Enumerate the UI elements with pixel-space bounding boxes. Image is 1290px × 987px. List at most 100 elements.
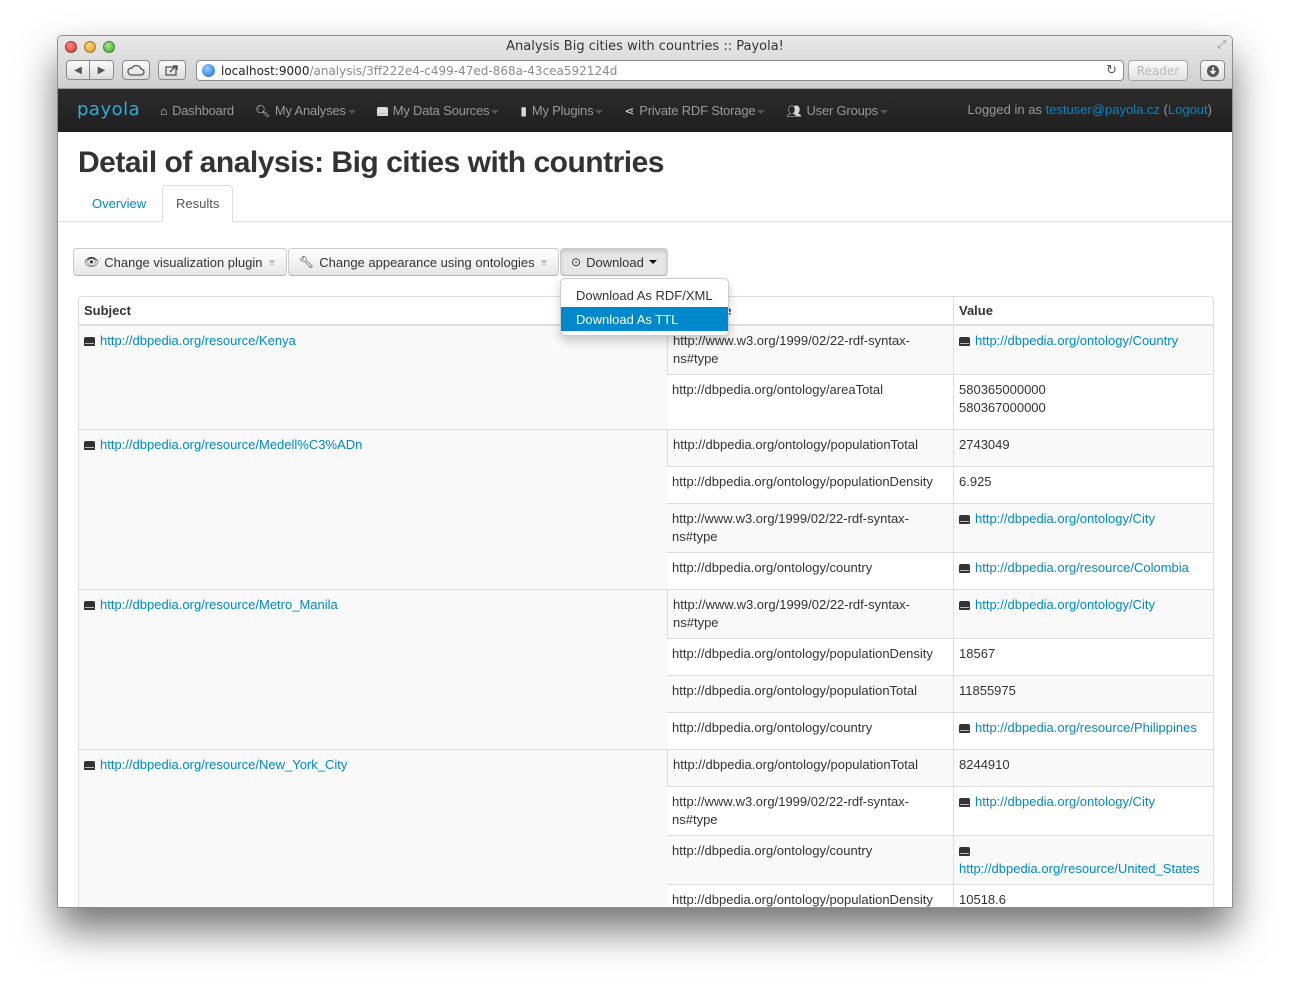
search-icon: 🔍︎ [254,103,270,118]
globe-icon [202,64,215,77]
value-link[interactable]: http://dbpedia.org/ontology/City [975,597,1155,612]
value-cell: http://dbpedia.org/resource/Philippines [953,712,1213,749]
nav-label: User Groups [806,103,878,118]
payola-logo[interactable]: payola [77,99,140,120]
tab-results[interactable]: Results [162,185,234,222]
value-text: 8244910 [959,757,1010,772]
user-email-link[interactable]: testuser@payola.cz [1046,102,1160,117]
nav-my-data-sources[interactable]: My Data Sources [376,103,500,118]
table-body: http://dbpedia.org/resource/Kenya http://… [79,325,1213,907]
predicate-cell: http://dbpedia.org/ontology/populationDe… [667,466,953,503]
value-text: 580365000000 [959,382,1046,397]
predicate-cell: http://dbpedia.org/ontology/populationTo… [667,675,953,712]
share-nodes-icon: ⋖ [624,103,635,118]
value-link[interactable]: http://dbpedia.org/resource/Colombia [975,560,1189,575]
value-text: 6.925 [959,474,992,489]
value-link[interactable]: http://dbpedia.org/resource/United_State… [959,861,1200,876]
subject-cell: http://dbpedia.org/resource/Metro_Manila [79,589,667,749]
predicate-cell: http://www.w3.org/1999/02/22-rdf-syntax-… [667,786,953,835]
forward-button[interactable]: ▶ [90,60,114,80]
value-cell: 8244910 [953,749,1213,786]
subject-link[interactable]: http://dbpedia.org/resource/Metro_Manila [100,597,338,612]
change-visualization-plugin-button[interactable]: 👁︎ Change visualization plugin [73,248,287,276]
value-cell: http://dbpedia.org/ontology/City [953,503,1213,552]
value-text: 2743049 [959,437,1010,452]
nav-label: My Analyses [274,103,346,118]
tab-bar: Overview Results [58,185,1232,222]
menu-item-download-rdf-xml[interactable]: Download As RDF/XML [561,283,728,307]
download-button[interactable]: ⊙ Download [560,248,668,276]
nav-label: Dashboard [172,103,234,118]
value-cell: 2743049 [953,429,1213,466]
downloads-button[interactable] [1200,60,1225,81]
button-label: Change visualization plugin [104,254,263,270]
caret-down-icon [539,259,548,265]
icloud-tabs-button[interactable] [122,60,150,80]
value-cell: http://dbpedia.org/resource/United_State… [953,835,1213,884]
reader-button[interactable]: Reader [1128,60,1188,81]
nav-user-groups[interactable]: 👥︎ User Groups [786,103,888,118]
hdd-icon [959,798,970,807]
table-row: http://dbpedia.org/resource/Medell%C3%AD… [79,429,1213,589]
wrench-icon: 🔧︎ [299,255,315,269]
value-link[interactable]: http://dbpedia.org/ontology/City [975,794,1155,809]
predicate-cell: http://www.w3.org/1999/02/22-rdf-syntax-… [667,503,953,552]
predicate-cell: http://dbpedia.org/ontology/populationDe… [667,638,953,675]
hdd-icon [84,601,95,610]
hdd-icon [84,337,95,346]
value-text: 10518.6 [959,892,1006,907]
users-icon: 👥︎ [786,103,802,118]
caret-down-icon [879,109,888,114]
share-button[interactable] [158,60,186,80]
window-title: Analysis Big cities with countries :: Pa… [506,39,784,54]
file-icon: ▮ [520,103,527,118]
download-circle-icon [1206,64,1219,77]
caret-down-icon [757,109,766,114]
address-bar[interactable]: localhost:9000/analysis/3ff222e4-c499-47… [196,60,1124,81]
download-menu: Download As RDF/XML Download As TTL [560,278,729,336]
cloud-icon [127,64,145,76]
subject-link[interactable]: http://dbpedia.org/resource/New_York_Cit… [100,757,347,772]
subject-link[interactable]: http://dbpedia.org/resource/Kenya [100,333,296,348]
value-link[interactable]: http://dbpedia.org/ontology/City [975,511,1155,526]
browser-window: Analysis Big cities with countries :: Pa… [57,35,1233,908]
predicate-cell: http://dbpedia.org/ontology/country [667,712,953,749]
value-link[interactable]: http://dbpedia.org/ontology/Country [975,333,1178,348]
hdd-icon [959,724,970,733]
hdd-icon [959,564,970,573]
eye-icon: 👁︎ [84,255,100,269]
menu-item-download-ttl[interactable]: Download As TTL [561,307,728,331]
caret-down-icon [267,259,276,265]
value-text: 11855975 [959,683,1016,698]
tab-overview[interactable]: Overview [79,185,159,221]
table-row: http://dbpedia.org/resource/New_York_Cit… [79,749,1213,907]
hdd-icon [959,847,970,856]
home-icon: ⌂ [160,103,168,118]
subject-cell: http://dbpedia.org/resource/Medell%C3%AD… [79,429,667,589]
nav-my-plugins[interactable]: ▮ My Plugins [520,103,604,118]
logout-link[interactable]: Logout [1168,102,1208,117]
value-link[interactable]: http://dbpedia.org/resource/Philippines [975,720,1197,735]
login-prefix: Logged in as [967,102,1042,117]
hdd-icon [959,515,970,524]
fullscreen-icon[interactable]: ⤢ [1217,39,1226,52]
subject-link[interactable]: http://dbpedia.org/resource/Medell%C3%AD… [100,437,362,452]
predicate-cell: http://dbpedia.org/ontology/areaTotal [667,374,953,429]
nav-my-analyses[interactable]: 🔍︎ My Analyses [255,103,356,118]
value-cell: 10518.6 [953,884,1213,907]
predicate-cell: http://www.w3.org/1999/02/22-rdf-syntax-… [667,589,953,638]
hdd-icon [84,441,95,450]
reload-icon[interactable]: ↻ [1106,63,1117,78]
back-button[interactable]: ◀ [66,60,90,80]
value-text: 18567 [959,646,996,661]
nav-private-rdf-storage[interactable]: ⋖ Private RDF Storage [624,103,766,118]
download-circle-icon: ⊙ [571,255,582,269]
login-status: Logged in as testuser@payola.cz (Logout) [967,102,1212,117]
change-appearance-button[interactable]: 🔧︎ Change appearance using ontologies [288,248,559,276]
predicate-cell: http://dbpedia.org/ontology/country [667,835,953,884]
subject-cell: http://dbpedia.org/resource/New_York_Cit… [79,749,667,907]
hdd-icon [959,601,970,610]
caret-down-icon [347,109,356,114]
value-cell: 580365000000 580367000000 [953,374,1213,429]
nav-dashboard[interactable]: ⌂ Dashboard [160,103,234,118]
